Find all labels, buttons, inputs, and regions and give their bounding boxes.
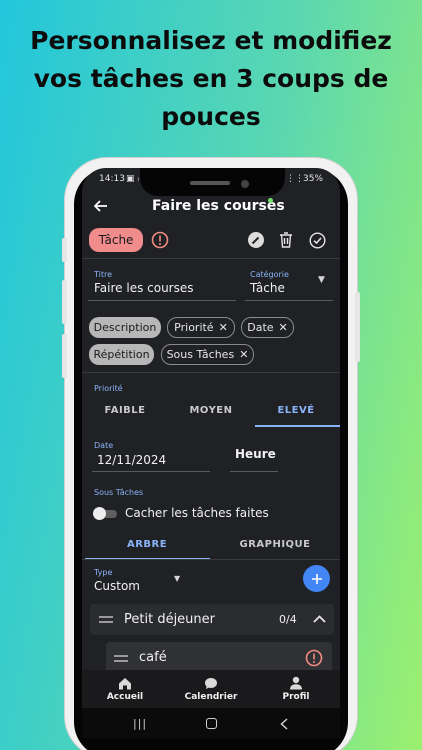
- chip-priorite-label: Priorité: [174, 321, 214, 334]
- tab-graphique[interactable]: GRAPHIQUE: [213, 539, 337, 550]
- speaker: [190, 181, 230, 185]
- type-label: Type: [94, 568, 113, 577]
- toggle-thumb: [93, 507, 106, 520]
- alert-icon[interactable]: [150, 230, 170, 250]
- person-icon[interactable]: [288, 676, 304, 690]
- promo-headline: Personnalisez et modifiez vos tâches en …: [0, 22, 422, 136]
- date-field-underline: [92, 471, 210, 472]
- title-field[interactable]: Faire les courses: [94, 281, 194, 295]
- hour-field[interactable]: Heure: [235, 447, 276, 461]
- home-button-icon[interactable]: [206, 718, 217, 729]
- category-select[interactable]: Tâche: [250, 281, 285, 295]
- headline-line-1: Personnalisez et modifiez: [30, 26, 392, 55]
- hide-done-label: Cacher les tâches faites: [125, 506, 269, 520]
- chevron-down-icon[interactable]: ▼: [318, 275, 325, 285]
- subtasks-label: Sous Tâches: [94, 488, 144, 497]
- subtask-group-count: 0/4: [279, 613, 297, 626]
- drag-handle-icon[interactable]: [114, 655, 128, 662]
- close-icon[interactable]: ✕: [239, 348, 248, 361]
- signal-icon: ⋮⋮: [286, 174, 304, 184]
- check-circle-icon[interactable]: [307, 230, 327, 250]
- priority-option-eleve[interactable]: ELEVÉ: [256, 405, 336, 416]
- chip-priorite[interactable]: Priorité ✕: [167, 317, 235, 338]
- chip-sous-taches[interactable]: Sous Tâches ✕: [161, 344, 254, 365]
- recent-apps-icon[interactable]: |||: [133, 717, 147, 730]
- hide-done-toggle[interactable]: [93, 507, 118, 520]
- task-type-chip[interactable]: Tâche: [89, 228, 143, 252]
- hour-field-underline: [230, 471, 278, 472]
- priority-label: Priorité: [94, 384, 123, 393]
- date-field[interactable]: 12/11/2024: [97, 453, 166, 467]
- chip-date[interactable]: Date ✕: [241, 317, 294, 338]
- chat-icon[interactable]: [203, 676, 219, 690]
- drag-handle-icon[interactable]: [99, 616, 113, 623]
- tabs-divider: [82, 559, 340, 560]
- headline-line-3: pouces: [161, 102, 261, 131]
- nav-profil[interactable]: Profil: [272, 692, 320, 702]
- nav-calendrier[interactable]: Calendrier: [181, 692, 241, 702]
- nav-accueil[interactable]: Accueil: [100, 692, 150, 702]
- edit-icon[interactable]: [246, 230, 266, 250]
- home-icon[interactable]: [117, 676, 133, 690]
- plus-icon: [311, 573, 322, 584]
- close-icon[interactable]: ✕: [219, 321, 228, 334]
- chip-sous-taches-label: Sous Tâches: [166, 348, 235, 361]
- subtask-group-name: Petit déjeuner: [124, 612, 215, 627]
- front-camera: [241, 180, 249, 188]
- priority-option-faible[interactable]: FAIBLE: [85, 405, 165, 416]
- headline-line-2: vos tâches en 3 coups de: [33, 64, 389, 93]
- phone-side-button: [62, 238, 67, 262]
- chip-repetition[interactable]: Répétition: [89, 344, 154, 365]
- priority-selected-indicator: [255, 425, 340, 427]
- privacy-indicator: [268, 198, 273, 203]
- delete-icon[interactable]: [277, 230, 295, 250]
- header-divider: [82, 258, 340, 259]
- add-subtask-button[interactable]: [303, 565, 330, 592]
- subtask-item-name: café: [139, 650, 167, 665]
- chip-description[interactable]: Description: [89, 317, 161, 338]
- phone-side-button: [62, 280, 67, 324]
- status-icons: ▣ ᵢ: [126, 174, 139, 184]
- phone-side-button: [62, 334, 67, 378]
- category-field-underline: [245, 300, 333, 301]
- chip-date-label: Date: [247, 321, 274, 334]
- title-field-label: Titre: [94, 270, 113, 279]
- type-select[interactable]: Custom: [94, 579, 140, 593]
- status-time: 14:13: [99, 174, 125, 184]
- chevron-down-icon[interactable]: ▼: [174, 574, 180, 583]
- phone-side-button: [355, 292, 360, 362]
- chevron-up-icon[interactable]: [311, 612, 327, 626]
- chips-divider: [82, 372, 340, 373]
- date-label: Date: [94, 441, 114, 450]
- title-field-underline: [88, 300, 236, 301]
- category-field-label: Catégorie: [250, 270, 289, 279]
- status-battery: 35%: [303, 174, 324, 184]
- back-arrow-icon[interactable]: [92, 198, 110, 214]
- close-icon[interactable]: ✕: [279, 321, 288, 334]
- alert-icon[interactable]: [304, 648, 324, 668]
- tab-arbre[interactable]: ARBRE: [85, 539, 209, 550]
- priority-option-moyen[interactable]: MOYEN: [170, 405, 252, 416]
- back-icon[interactable]: [278, 717, 290, 730]
- page-title: Faire les courses: [152, 198, 285, 214]
